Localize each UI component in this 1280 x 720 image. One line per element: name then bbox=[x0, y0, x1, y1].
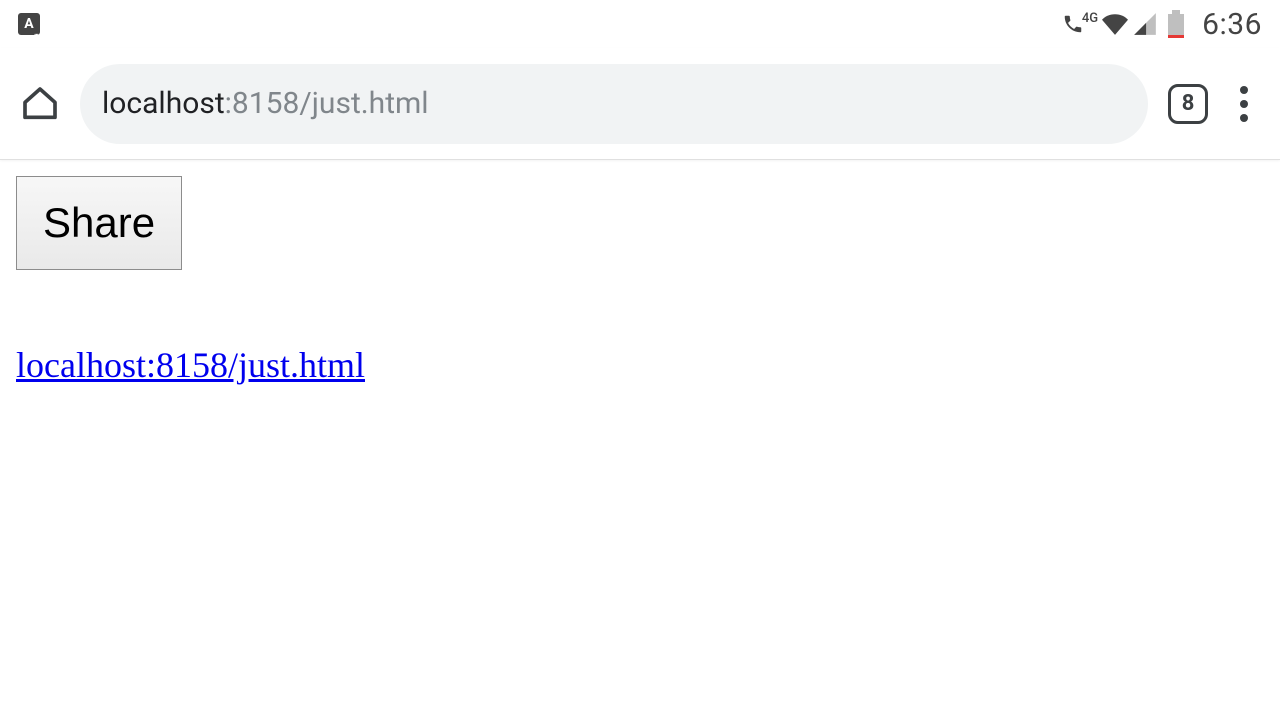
share-button[interactable]: Share bbox=[16, 176, 182, 270]
tab-count: 8 bbox=[1182, 91, 1195, 116]
android-status-bar: A 4G 6:36 bbox=[0, 0, 1280, 48]
page-content: Share localhost:8158/just.html bbox=[0, 160, 1280, 402]
home-button[interactable] bbox=[20, 84, 60, 124]
status-left: A bbox=[18, 13, 40, 35]
menu-dot-icon bbox=[1240, 100, 1248, 108]
tabs-button[interactable]: 8 bbox=[1168, 84, 1208, 124]
page-link[interactable]: localhost:8158/just.html bbox=[16, 344, 365, 386]
menu-dot-icon bbox=[1240, 114, 1248, 122]
wifi-icon bbox=[1102, 11, 1128, 37]
status-clock: 6:36 bbox=[1202, 7, 1262, 42]
battery-icon bbox=[1168, 10, 1184, 38]
keyboard-indicator-icon: A bbox=[18, 13, 40, 35]
url-path: :8158/just.html bbox=[225, 86, 429, 121]
menu-dot-icon bbox=[1240, 86, 1248, 94]
phone-4g-icon: 4G bbox=[1062, 13, 1098, 35]
address-bar[interactable]: localhost:8158/just.html bbox=[80, 64, 1148, 144]
overflow-menu-button[interactable] bbox=[1228, 82, 1260, 126]
url-host: localhost bbox=[102, 86, 225, 121]
keyboard-indicator-label: A bbox=[24, 16, 33, 32]
browser-toolbar: localhost:8158/just.html 8 bbox=[0, 48, 1280, 160]
network-label: 4G bbox=[1082, 11, 1098, 26]
cell-signal-icon bbox=[1132, 11, 1158, 37]
status-right: 4G 6:36 bbox=[1062, 7, 1262, 42]
